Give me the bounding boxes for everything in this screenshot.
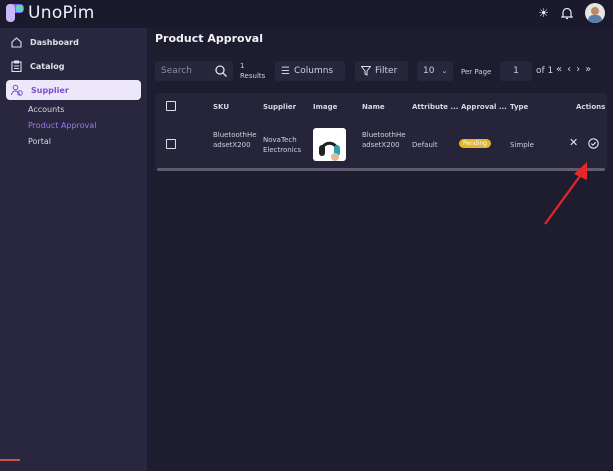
- column-header-actions: Actions: [576, 103, 606, 111]
- supplier-cell: NovaTech Electronics: [263, 136, 302, 154]
- search-input[interactable]: Search: [155, 61, 233, 81]
- sidebar-item-catalog[interactable]: Catalog: [6, 54, 141, 78]
- logo-icon: [6, 4, 24, 22]
- sidebar-subitem-accounts[interactable]: Accounts: [0, 102, 147, 118]
- collapse-indicator: [0, 459, 20, 461]
- headset-image-icon: [319, 141, 340, 161]
- logo[interactable]: UnoPim: [6, 3, 95, 23]
- search-icon[interactable]: [215, 65, 227, 77]
- first-page-icon[interactable]: «: [556, 64, 567, 75]
- results-label: Results: [240, 72, 266, 80]
- sku-cell: BluetoothHeadsetX200: [213, 131, 257, 149]
- type-cell: Simple: [510, 141, 534, 149]
- sidebar-subitem-portal[interactable]: Portal: [0, 134, 147, 150]
- results-count: 1: [240, 62, 245, 70]
- sidebar-subitem-product-approval[interactable]: Product Approval: [0, 118, 147, 134]
- page-of-label: of 1: [536, 66, 554, 76]
- select-all-checkbox[interactable]: [166, 101, 176, 111]
- sidebar-item-supplier[interactable]: Supplier: [6, 80, 141, 100]
- product-image: [313, 128, 346, 161]
- page-title: Product Approval: [155, 32, 263, 45]
- status-badge: Pending: [459, 139, 491, 148]
- chevron-down-icon: ⌄: [441, 67, 448, 75]
- annotation-arrow-icon: [544, 162, 587, 225]
- home-icon: [11, 36, 22, 48]
- reject-icon[interactable]: ✕: [569, 136, 578, 149]
- next-page-icon[interactable]: ›: [576, 64, 585, 75]
- column-header-name[interactable]: Name: [362, 103, 385, 111]
- prev-page-icon[interactable]: ‹: [567, 64, 576, 75]
- app-name: UnoPim: [28, 3, 95, 23]
- sidebar-item-dashboard[interactable]: Dashboard: [6, 30, 141, 54]
- main-content: Product Approval Search 1 Results ☰ Colum…: [147, 28, 613, 471]
- clipboard-icon: [11, 60, 22, 72]
- top-bar: UnoPim ☀: [0, 0, 613, 28]
- approve-icon[interactable]: [588, 138, 599, 149]
- last-page-icon[interactable]: »: [585, 64, 596, 75]
- columns-button[interactable]: ☰ Columns: [275, 61, 345, 81]
- column-header-image[interactable]: Image: [313, 103, 337, 111]
- attribute-cell: Default: [412, 141, 438, 149]
- per-page-select[interactable]: 10 ⌄: [417, 61, 453, 81]
- notification-bell-icon[interactable]: [561, 7, 573, 20]
- column-header-sku[interactable]: SKU: [213, 103, 229, 111]
- supplier-icon: [11, 84, 23, 96]
- sidebar: Dashboard Catalog Supplier Accounts Prod…: [0, 28, 147, 471]
- per-page-label: Per Page: [461, 68, 492, 76]
- user-avatar[interactable]: [585, 3, 605, 23]
- column-header-supplier[interactable]: Supplier: [263, 103, 296, 111]
- column-header-attribute[interactable]: Attribute ...: [412, 103, 458, 111]
- column-header-approval[interactable]: Approval ...: [461, 103, 507, 111]
- columns-icon: ☰: [281, 65, 290, 77]
- page-input[interactable]: 1: [500, 61, 532, 81]
- name-cell: BluetoothHeadsetX200: [362, 131, 406, 149]
- filter-icon: [361, 66, 371, 76]
- row-checkbox[interactable]: [166, 139, 176, 149]
- column-header-type[interactable]: Type: [510, 103, 528, 111]
- theme-toggle-icon[interactable]: ☀: [538, 6, 549, 20]
- filter-button[interactable]: Filter: [355, 61, 408, 81]
